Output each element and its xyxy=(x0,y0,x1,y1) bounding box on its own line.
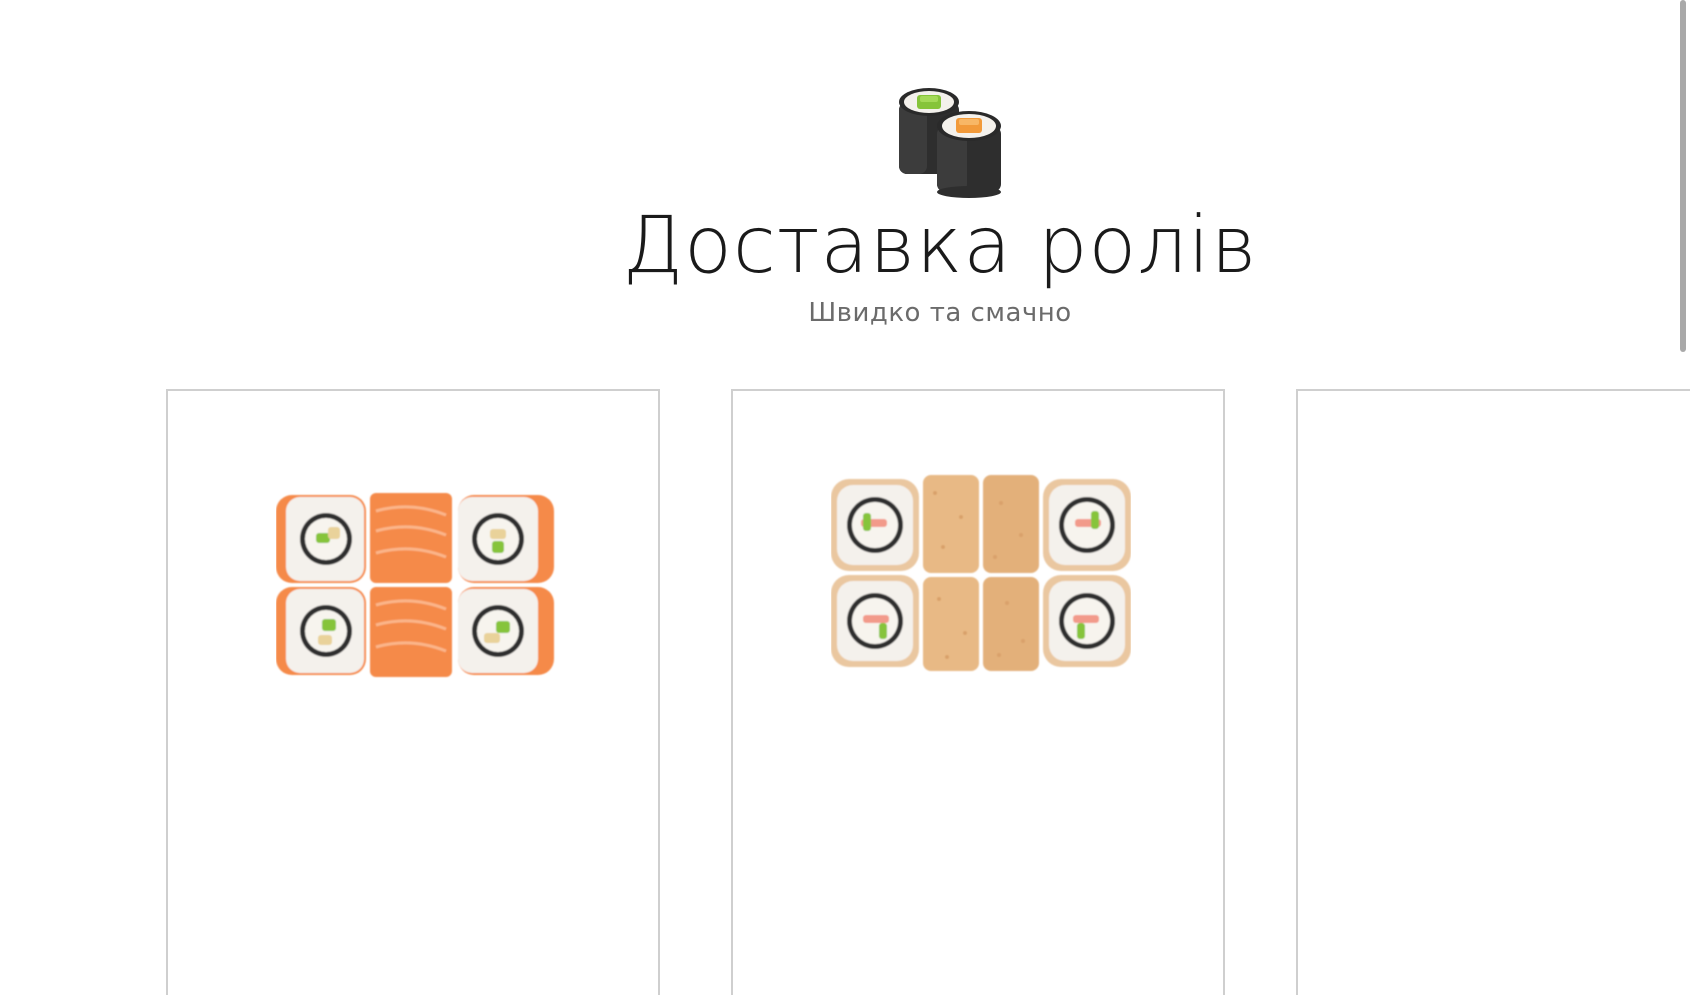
page: Доставка ролів Швидко та смачно xyxy=(0,0,1690,995)
page-title: Доставка ролів xyxy=(622,201,1258,291)
page-subtitle: Швидко та смачно xyxy=(808,298,1072,328)
salmon-roll-set-image xyxy=(276,491,556,679)
product-card[interactable] xyxy=(1296,389,1690,995)
tempura-roll-set-image xyxy=(831,473,1131,673)
product-card[interactable] xyxy=(166,389,660,995)
sushi-rolls-icon xyxy=(895,86,1005,198)
product-card[interactable] xyxy=(731,389,1225,995)
